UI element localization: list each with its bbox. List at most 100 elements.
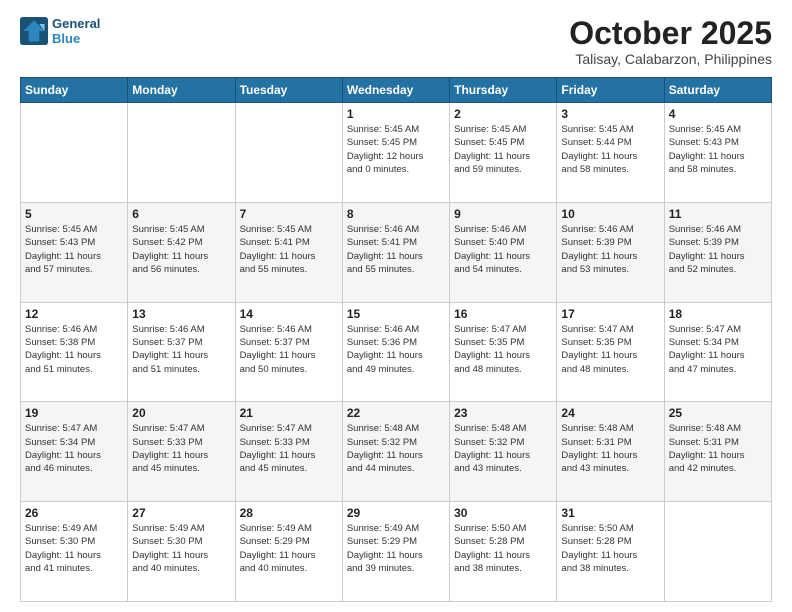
day-header-saturday: Saturday (664, 78, 771, 103)
day-number: 30 (454, 506, 552, 520)
day-info: Sunrise: 5:45 AM Sunset: 5:43 PM Dayligh… (25, 223, 123, 276)
day-number: 4 (669, 107, 767, 121)
day-info: Sunrise: 5:45 AM Sunset: 5:44 PM Dayligh… (561, 123, 659, 176)
day-number: 7 (240, 207, 338, 221)
logo: General Blue (20, 16, 100, 46)
day-header-sunday: Sunday (21, 78, 128, 103)
calendar-cell: 23 Sunrise: 5:48 AM Sunset: 5:32 PM Dayli… (450, 402, 557, 502)
calendar-cell: 4 Sunrise: 5:45 AM Sunset: 5:43 PM Daylig… (664, 103, 771, 203)
day-info: Sunrise: 5:46 AM Sunset: 5:38 PM Dayligh… (25, 323, 123, 376)
day-info: Sunrise: 5:48 AM Sunset: 5:32 PM Dayligh… (454, 422, 552, 475)
calendar-cell: 26 Sunrise: 5:49 AM Sunset: 5:30 PM Dayli… (21, 502, 128, 602)
calendar-cell: 6 Sunrise: 5:45 AM Sunset: 5:42 PM Daylig… (128, 202, 235, 302)
calendar-cell: 15Sunrise: 5:46 AM Sunset: 5:36 PM Dayli… (342, 302, 449, 402)
calendar-cell: 13 Sunrise: 5:46 AM Sunset: 5:37 PM Dayli… (128, 302, 235, 402)
day-number: 22 (347, 406, 445, 420)
day-number: 25 (669, 406, 767, 420)
calendar-cell: 8 Sunrise: 5:46 AM Sunset: 5:41 PM Daylig… (342, 202, 449, 302)
calendar-header-row: SundayMondayTuesdayWednesdayThursdayFrid… (21, 78, 772, 103)
day-number: 8 (347, 207, 445, 221)
day-info: Sunrise: 5:48 AM Sunset: 5:32 PM Dayligh… (347, 422, 445, 475)
day-number: 1 (347, 107, 445, 121)
day-number: 29 (347, 506, 445, 520)
day-number: 9 (454, 207, 552, 221)
day-info: Sunrise: 5:46 AM Sunset: 5:37 PM Dayligh… (240, 323, 338, 376)
day-info: Sunrise: 5:46 AM Sunset: 5:39 PM Dayligh… (561, 223, 659, 276)
calendar-cell: 1 Sunrise: 5:45 AM Sunset: 5:45 PM Daylig… (342, 103, 449, 203)
calendar-table: SundayMondayTuesdayWednesdayThursdayFrid… (20, 77, 772, 602)
day-info: Sunrise: 5:46 AM Sunset: 5:39 PM Dayligh… (669, 223, 767, 276)
day-number: 18 (669, 307, 767, 321)
day-info: Sunrise: 5:48 AM Sunset: 5:31 PM Dayligh… (669, 422, 767, 475)
day-header-friday: Friday (557, 78, 664, 103)
calendar-cell: 14 Sunrise: 5:46 AM Sunset: 5:37 PM Dayli… (235, 302, 342, 402)
day-info: Sunrise: 5:46 AM Sunset: 5:41 PM Dayligh… (347, 223, 445, 276)
calendar-cell: 17Sunrise: 5:47 AM Sunset: 5:35 PM Dayli… (557, 302, 664, 402)
calendar-cell: 20 Sunrise: 5:47 AM Sunset: 5:33 PM Dayli… (128, 402, 235, 502)
day-info: Sunrise: 5:47 AM Sunset: 5:35 PM Dayligh… (561, 323, 659, 376)
calendar-cell: 18 Sunrise: 5:47 AM Sunset: 5:34 PM Dayli… (664, 302, 771, 402)
day-number: 11 (669, 207, 767, 221)
calendar-cell: 16Sunrise: 5:47 AM Sunset: 5:35 PM Dayli… (450, 302, 557, 402)
day-info: Sunrise: 5:46 AM Sunset: 5:37 PM Dayligh… (132, 323, 230, 376)
day-number: 3 (561, 107, 659, 121)
day-header-tuesday: Tuesday (235, 78, 342, 103)
page-container: General Blue October 2025 Talisay, Calab… (0, 0, 792, 612)
day-number: 14 (240, 307, 338, 321)
day-number: 28 (240, 506, 338, 520)
day-header-thursday: Thursday (450, 78, 557, 103)
day-info: Sunrise: 5:45 AM Sunset: 5:42 PM Dayligh… (132, 223, 230, 276)
day-info: Sunrise: 5:48 AM Sunset: 5:31 PM Dayligh… (561, 422, 659, 475)
calendar-week-0: 1 Sunrise: 5:45 AM Sunset: 5:45 PM Daylig… (21, 103, 772, 203)
calendar-week-2: 12 Sunrise: 5:46 AM Sunset: 5:38 PM Dayli… (21, 302, 772, 402)
day-info: Sunrise: 5:49 AM Sunset: 5:30 PM Dayligh… (25, 522, 123, 575)
day-header-wednesday: Wednesday (342, 78, 449, 103)
calendar-cell: 19Sunrise: 5:47 AM Sunset: 5:34 PM Dayli… (21, 402, 128, 502)
day-info: Sunrise: 5:47 AM Sunset: 5:35 PM Dayligh… (454, 323, 552, 376)
location: Talisay, Calabarzon, Philippines (569, 51, 772, 67)
day-number: 6 (132, 207, 230, 221)
day-info: Sunrise: 5:45 AM Sunset: 5:45 PM Dayligh… (347, 123, 445, 176)
calendar-cell: 24Sunrise: 5:48 AM Sunset: 5:31 PM Dayli… (557, 402, 664, 502)
day-info: Sunrise: 5:46 AM Sunset: 5:40 PM Dayligh… (454, 223, 552, 276)
day-number: 12 (25, 307, 123, 321)
day-info: Sunrise: 5:47 AM Sunset: 5:34 PM Dayligh… (25, 422, 123, 475)
day-header-monday: Monday (128, 78, 235, 103)
calendar-week-4: 26 Sunrise: 5:49 AM Sunset: 5:30 PM Dayli… (21, 502, 772, 602)
logo-icon (20, 17, 48, 45)
day-info: Sunrise: 5:47 AM Sunset: 5:33 PM Dayligh… (240, 422, 338, 475)
header: General Blue October 2025 Talisay, Calab… (20, 16, 772, 67)
logo-text: General Blue (52, 16, 100, 46)
day-info: Sunrise: 5:45 AM Sunset: 5:45 PM Dayligh… (454, 123, 552, 176)
calendar-cell (664, 502, 771, 602)
calendar-cell: 22 Sunrise: 5:48 AM Sunset: 5:32 PM Dayli… (342, 402, 449, 502)
calendar-cell: 30Sunrise: 5:50 AM Sunset: 5:28 PM Dayli… (450, 502, 557, 602)
day-number: 26 (25, 506, 123, 520)
day-info: Sunrise: 5:47 AM Sunset: 5:33 PM Dayligh… (132, 422, 230, 475)
day-info: Sunrise: 5:49 AM Sunset: 5:29 PM Dayligh… (240, 522, 338, 575)
calendar-cell: 11 Sunrise: 5:46 AM Sunset: 5:39 PM Dayli… (664, 202, 771, 302)
calendar-week-3: 19Sunrise: 5:47 AM Sunset: 5:34 PM Dayli… (21, 402, 772, 502)
calendar-cell: 28 Sunrise: 5:49 AM Sunset: 5:29 PM Dayli… (235, 502, 342, 602)
day-number: 31 (561, 506, 659, 520)
calendar-cell: 12 Sunrise: 5:46 AM Sunset: 5:38 PM Dayli… (21, 302, 128, 402)
calendar-cell: 9 Sunrise: 5:46 AM Sunset: 5:40 PM Daylig… (450, 202, 557, 302)
month-title: October 2025 (569, 16, 772, 51)
day-info: Sunrise: 5:45 AM Sunset: 5:43 PM Dayligh… (669, 123, 767, 176)
calendar-cell: 31Sunrise: 5:50 AM Sunset: 5:28 PM Dayli… (557, 502, 664, 602)
day-number: 21 (240, 406, 338, 420)
day-number: 20 (132, 406, 230, 420)
day-info: Sunrise: 5:47 AM Sunset: 5:34 PM Dayligh… (669, 323, 767, 376)
title-block: October 2025 Talisay, Calabarzon, Philip… (569, 16, 772, 67)
calendar-cell: 5 Sunrise: 5:45 AM Sunset: 5:43 PM Daylig… (21, 202, 128, 302)
day-number: 23 (454, 406, 552, 420)
calendar-cell: 10 Sunrise: 5:46 AM Sunset: 5:39 PM Dayli… (557, 202, 664, 302)
day-number: 5 (25, 207, 123, 221)
day-number: 10 (561, 207, 659, 221)
calendar-cell (21, 103, 128, 203)
day-number: 13 (132, 307, 230, 321)
calendar-cell: 21 Sunrise: 5:47 AM Sunset: 5:33 PM Dayli… (235, 402, 342, 502)
calendar-cell (128, 103, 235, 203)
calendar-cell: 27Sunrise: 5:49 AM Sunset: 5:30 PM Dayli… (128, 502, 235, 602)
day-info: Sunrise: 5:46 AM Sunset: 5:36 PM Dayligh… (347, 323, 445, 376)
